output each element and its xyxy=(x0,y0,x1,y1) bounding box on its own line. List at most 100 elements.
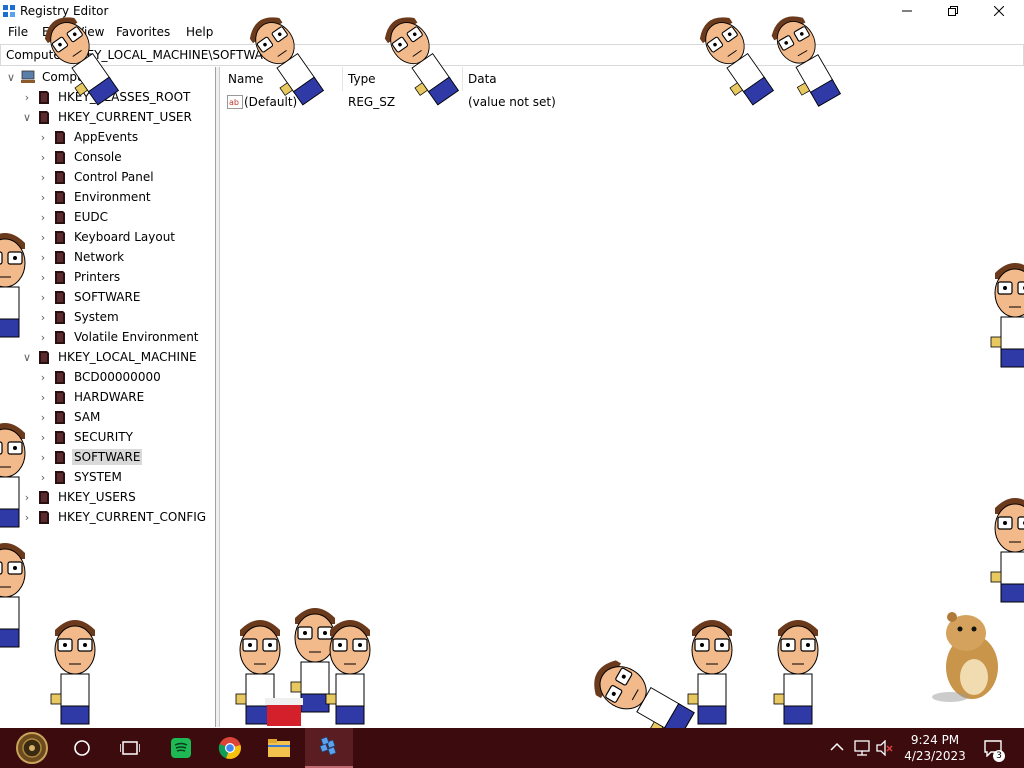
spotify-icon xyxy=(171,738,191,758)
cartoon-sticker-icon xyxy=(325,620,371,725)
tree-item-bcd00000000[interactable]: › BCD00000000 xyxy=(36,367,163,387)
chevron-right-icon[interactable]: › xyxy=(36,367,50,387)
chevron-right-icon[interactable]: › xyxy=(36,227,50,247)
tree-item-keyboard-layout[interactable]: › Keyboard Layout xyxy=(36,227,177,247)
tree-item-environment[interactable]: › Environment xyxy=(36,187,153,207)
chevron-right-icon[interactable]: › xyxy=(36,287,50,307)
cartoon-sticker-icon xyxy=(0,423,26,528)
chevron-right-icon[interactable]: › xyxy=(36,307,50,327)
task-view-icon xyxy=(120,741,140,755)
chevron-right-icon[interactable]: › xyxy=(36,407,50,427)
chevron-right-icon[interactable]: › xyxy=(36,427,50,447)
chevron-right-icon[interactable]: › xyxy=(36,447,50,467)
menu-favorites[interactable]: Favorites xyxy=(116,25,170,39)
column-header-data[interactable]: Data xyxy=(468,72,497,86)
tree-item-hkey-current-config[interactable]: › HKEY_CURRENT_CONFIG xyxy=(20,507,208,527)
cartoon-sticker-icon xyxy=(687,620,733,725)
chevron-down-icon[interactable]: ∨ xyxy=(20,347,34,367)
red-box-sticker-icon xyxy=(265,698,303,726)
menu-file[interactable]: File xyxy=(8,25,28,39)
tree-item-label: Keyboard Layout xyxy=(74,230,176,244)
tree-item-control-panel[interactable]: › Control Panel xyxy=(36,167,156,187)
registry-key-folder-icon xyxy=(55,151,65,164)
chrome-app[interactable] xyxy=(206,728,254,768)
tree-item-label: SECURITY xyxy=(74,430,133,444)
spotify-app[interactable] xyxy=(157,728,205,768)
chevron-right-icon[interactable]: › xyxy=(36,267,50,287)
tree-item-software[interactable]: › SOFTWARE xyxy=(36,287,142,307)
tree-item-security[interactable]: › SECURITY xyxy=(36,427,135,447)
chrome-icon xyxy=(218,737,241,759)
menu-help[interactable]: Help xyxy=(186,25,213,39)
registry-key-folder-icon xyxy=(55,231,65,244)
chevron-down-icon[interactable]: ∨ xyxy=(20,107,34,127)
tree-item-label: Environment xyxy=(74,190,151,204)
registry-key-folder-icon xyxy=(55,391,65,404)
registry-key-folder-icon xyxy=(55,471,65,484)
chevron-right-icon[interactable]: › xyxy=(36,147,50,167)
tree-item-software[interactable]: › SOFTWARE xyxy=(36,447,143,467)
file-explorer-app[interactable] xyxy=(255,728,303,768)
tree-item-label: SYSTEM xyxy=(74,470,122,484)
tree-item-label: HKEY_LOCAL_MACHINE xyxy=(58,350,197,364)
tree-item-network[interactable]: › Network xyxy=(36,247,126,267)
chevron-right-icon[interactable]: › xyxy=(20,87,34,107)
chevron-right-icon[interactable]: › xyxy=(36,247,50,267)
computer-icon xyxy=(21,70,35,83)
registry-key-folder-icon xyxy=(55,451,65,464)
tree-item-label: System xyxy=(74,310,119,324)
value-data: (value not set) xyxy=(468,95,556,109)
clock-time: 9:24 PM xyxy=(910,733,960,747)
network-icon[interactable] xyxy=(853,740,871,756)
tree-item-hkey-current-user[interactable]: ∨ HKEY_CURRENT_USER xyxy=(20,107,194,127)
chevron-right-icon[interactable]: › xyxy=(36,187,50,207)
tree-item-hkey-local-machine[interactable]: ∨ HKEY_LOCAL_MACHINE xyxy=(20,347,199,367)
folder-icon xyxy=(268,739,290,757)
column-header-type[interactable]: Type xyxy=(348,72,376,86)
chevron-down-icon[interactable]: ∨ xyxy=(4,67,18,87)
tree-item-hkey-users[interactable]: › HKEY_USERS xyxy=(20,487,138,507)
chevron-right-icon[interactable]: › xyxy=(36,467,50,487)
registry-key-folder-icon xyxy=(39,351,49,364)
tree-item-appevents[interactable]: › AppEvents xyxy=(36,127,140,147)
tree-item-label: HARDWARE xyxy=(74,390,145,404)
close-button[interactable] xyxy=(976,0,1022,22)
chevron-right-icon[interactable]: › xyxy=(36,127,50,147)
tree-item-label: Volatile Environment xyxy=(74,330,199,344)
tree-item-system[interactable]: › SYSTEM xyxy=(36,467,124,487)
address-bar[interactable]: Computer\HKEY_LOCAL_MACHINE\SOFTWARE xyxy=(0,44,1024,66)
chevron-right-icon[interactable]: › xyxy=(36,207,50,227)
chevron-up-icon[interactable] xyxy=(830,742,844,752)
tree-item-system[interactable]: › System xyxy=(36,307,121,327)
clock[interactable]: 9:24 PM 4/23/2023 xyxy=(895,732,975,764)
task-view-button[interactable] xyxy=(106,728,154,768)
tree-item-label: AppEvents xyxy=(74,130,139,144)
tree-item-console[interactable]: › Console xyxy=(36,147,124,167)
tree-item-sam[interactable]: › SAM xyxy=(36,407,102,427)
column-divider[interactable] xyxy=(342,67,343,91)
menu-bar: File Edit View Favorites Help xyxy=(0,22,1024,43)
restore-button[interactable] xyxy=(930,0,976,22)
registry-key-folder-icon xyxy=(55,131,65,144)
title-bar: Registry Editor xyxy=(0,0,1024,22)
registry-key-folder-icon xyxy=(55,191,65,204)
tree-item-label: SOFTWARE xyxy=(74,290,141,304)
tree-item-eudc[interactable]: › EUDC xyxy=(36,207,110,227)
tree-item-label: HKEY_USERS xyxy=(58,490,136,504)
registry-key-folder-icon xyxy=(39,91,49,104)
registry-key-folder-icon xyxy=(55,251,65,264)
registry-key-folder-icon xyxy=(55,291,65,304)
tree-item-volatile-environment[interactable]: › Volatile Environment xyxy=(36,327,201,347)
tree-item-printers[interactable]: › Printers xyxy=(36,267,122,287)
minimize-button[interactable] xyxy=(884,0,930,22)
search-button[interactable] xyxy=(58,728,106,768)
chevron-right-icon[interactable]: › xyxy=(36,167,50,187)
volume-muted-icon[interactable] xyxy=(876,740,894,756)
column-header-name[interactable]: Name xyxy=(228,72,263,86)
start-button[interactable] xyxy=(8,728,56,768)
registry-editor-app[interactable] xyxy=(305,728,353,768)
tree-item-hardware[interactable]: › HARDWARE xyxy=(36,387,146,407)
chevron-right-icon[interactable]: › xyxy=(36,327,50,347)
chevron-right-icon[interactable]: › xyxy=(36,387,50,407)
cartoon-sticker-icon xyxy=(990,498,1024,603)
